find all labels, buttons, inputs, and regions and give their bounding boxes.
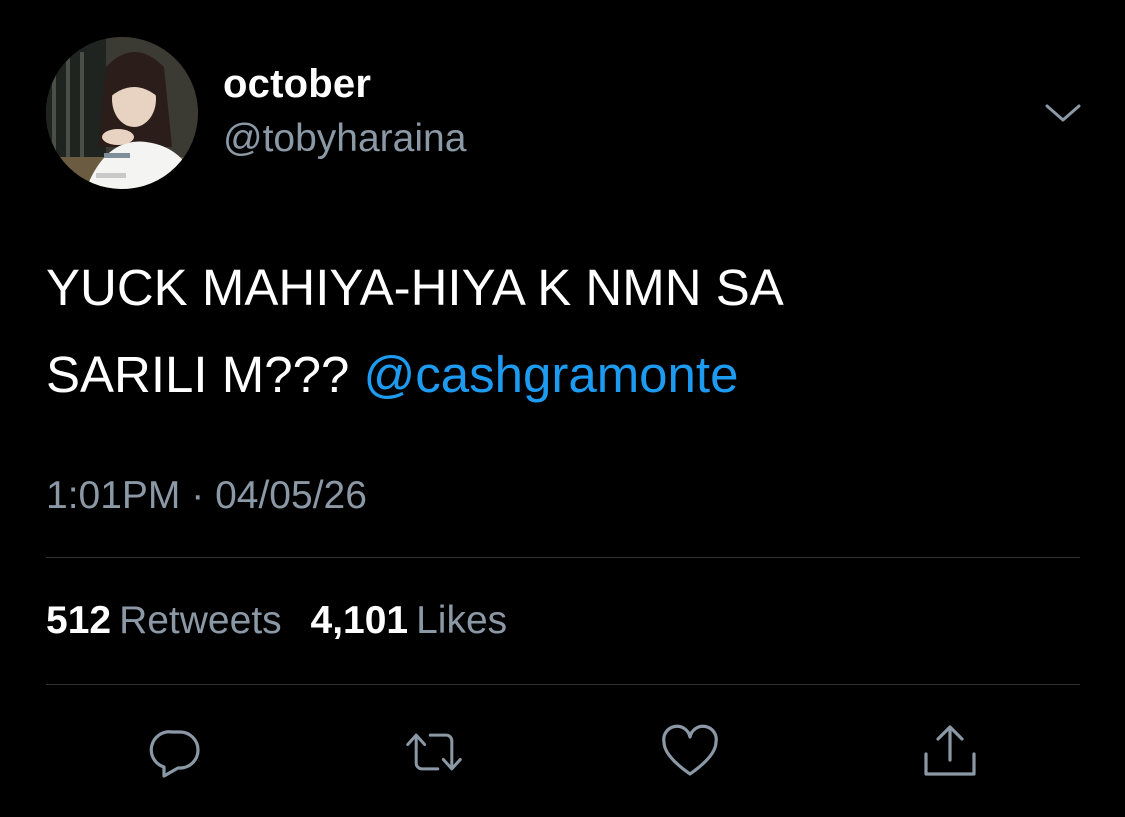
likes-stat[interactable]: 4,101 Likes <box>311 599 508 642</box>
divider <box>46 684 1080 685</box>
tweet-detail: october @tobyharaina YUCK MAHIYA-HIYA K … <box>0 0 1125 817</box>
timestamp-separator: · <box>191 474 205 517</box>
retweets-label: Retweets <box>119 599 282 642</box>
profile-photo-icon <box>46 37 198 189</box>
likes-label: Likes <box>416 599 508 642</box>
avatar[interactable] <box>46 37 198 189</box>
reply-icon <box>149 730 200 778</box>
tweet-stats: 512 Retweets 4,101 Likes <box>46 599 525 643</box>
tweet-date: 04/05/26 <box>215 474 367 517</box>
tweet-text-line1: YUCK MAHIYA-HIYA K NMN SA <box>46 259 784 316</box>
reply-button[interactable] <box>146 722 206 782</box>
tweet-text: YUCK MAHIYA-HIYA K NMN SA SARILI M??? @ca… <box>46 244 1086 418</box>
tweet-text-line2: SARILI M??? <box>46 346 350 403</box>
retweets-count: 512 <box>46 599 112 642</box>
share-icon <box>924 725 976 776</box>
retweet-button[interactable] <box>404 722 464 782</box>
likes-count: 4,101 <box>310 599 409 642</box>
divider <box>46 557 1080 558</box>
like-icon <box>662 724 718 776</box>
tweet-time: 1:01PM <box>46 474 181 517</box>
chevron-down-icon[interactable] <box>1043 98 1083 128</box>
display-name[interactable]: october <box>223 62 371 107</box>
retweets-stat[interactable]: 512 Retweets <box>46 599 282 642</box>
mention-link[interactable]: @cashgramonte <box>363 346 738 403</box>
share-button[interactable] <box>920 722 980 782</box>
user-handle[interactable]: @tobyharaina <box>223 117 466 161</box>
tweet-timestamp[interactable]: 1:01PM · 04/05/26 <box>46 474 367 518</box>
retweet-icon <box>406 733 462 771</box>
like-button[interactable] <box>660 722 720 782</box>
